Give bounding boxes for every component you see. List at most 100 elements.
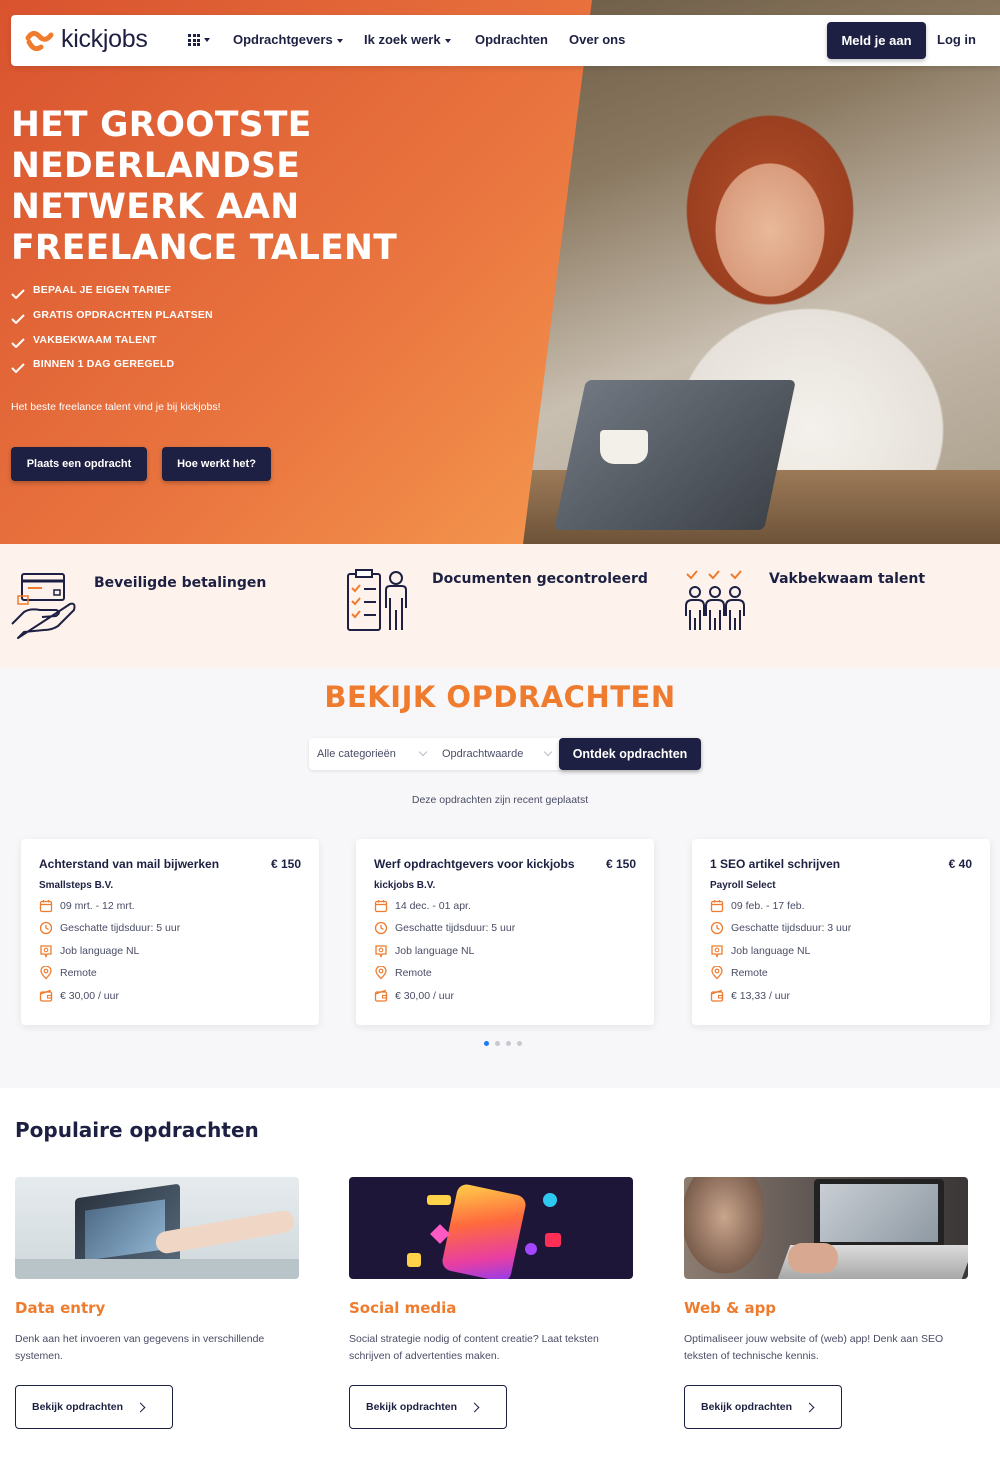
nav-link-label: Opdrachtgevers: [233, 32, 333, 47]
language-icon: [711, 945, 723, 958]
job-dates: 09 feb. - 17 feb.: [731, 899, 805, 912]
job-card-header: Achterstand van mail bijwerken € 150: [39, 857, 301, 871]
kickjobs-logo-icon: [25, 30, 54, 51]
category-name: Data entry: [15, 1299, 106, 1317]
wallet-icon: [710, 989, 724, 1002]
nav-opdrachten[interactable]: Opdrachten: [475, 32, 548, 47]
job-dates: 09 mrt. - 12 mrt.: [60, 899, 135, 912]
job-card[interactable]: Werf opdrachtgevers voor kickjobs € 150 ki…: [356, 839, 654, 1025]
job-value-select[interactable]: Opdrachtwaarde: [434, 738, 559, 770]
location-pin-icon: [375, 966, 387, 980]
job-detail-row: 09 mrt. - 12 mrt.: [39, 898, 301, 914]
hero-feature-item: BINNEN 1 DAG GEREGELD: [11, 352, 213, 377]
job-title[interactable]: 1 SEO artikel schrijven: [710, 857, 840, 871]
nav-over-ons[interactable]: Over ons: [569, 32, 625, 47]
job-card-header: 1 SEO artikel schrijven € 40: [710, 857, 972, 871]
job-detail-row: € 13,33 / uur: [710, 988, 972, 1004]
trust-item: Beveiligde betalingen: [10, 572, 266, 640]
post-job-button[interactable]: Plaats een opdracht: [11, 447, 147, 481]
checkmark-icon: [11, 313, 25, 324]
job-detail-row: Job language NL: [710, 943, 972, 959]
location-pin-icon: [40, 966, 52, 980]
job-location: Remote: [731, 967, 768, 980]
hero-feature-label: BINNEN 1 DAG GEREGELD: [33, 358, 175, 371]
nav-ik-zoek-werk[interactable]: Ik zoek werk: [364, 32, 451, 47]
top-navbar: kickjobs Opdrachtgevers Ik zoek werk Opd…: [11, 15, 1000, 66]
carousel-dot[interactable]: [495, 1041, 500, 1046]
category-name: Social media: [349, 1299, 457, 1317]
job-detail-row: Job language NL: [39, 943, 301, 959]
data-entry-image: [15, 1177, 299, 1279]
login-link[interactable]: Log in: [937, 32, 976, 47]
job-detail-row: 14 dec. - 01 apr.: [374, 898, 636, 914]
category-select[interactable]: Alle categorieën: [309, 738, 434, 770]
job-title[interactable]: Achterstand van mail bijwerken: [39, 857, 219, 871]
hero-title-line: HET GROOTSTE: [11, 105, 312, 145]
view-jobs-label: Bekijk opdrachten: [366, 1401, 458, 1413]
carousel-dot[interactable]: [506, 1041, 511, 1046]
discover-jobs-button[interactable]: Ontdek opdrachten: [559, 738, 701, 770]
carousel-dot[interactable]: [484, 1041, 489, 1046]
category-description: Optimaliseer jouw website of (web) app! …: [684, 1333, 944, 1362]
signup-button[interactable]: Meld je aan: [827, 22, 926, 59]
job-detail-row: Geschatte tijdsduur: 5 uur: [374, 921, 636, 937]
checkmark-icon: [11, 363, 25, 373]
category-name: Web & app: [684, 1299, 777, 1317]
hero-feature-label: BEPAAL JE EIGEN TARIEF: [33, 284, 172, 297]
grid-icon[interactable]: [188, 33, 210, 47]
calendar-icon: [39, 899, 53, 912]
job-location: Remote: [395, 967, 432, 980]
category-card-web-app: Web & app Optimaliseer jouw website of (…: [684, 1177, 968, 1429]
hero-section: HET GROOTSTE NEDERLANDSE NETWERK AAN FRE…: [0, 0, 1000, 544]
carousel-dot[interactable]: [517, 1041, 522, 1046]
job-detail-row: € 30,00 / uur: [39, 988, 301, 1004]
checkmark-icon: [11, 289, 25, 299]
job-detail-row: Remote: [710, 966, 972, 982]
clock-icon: [710, 922, 724, 935]
carousel-pagination: [484, 1041, 522, 1046]
view-jobs-button[interactable]: Bekijk opdrachten: [684, 1385, 842, 1429]
job-duration: Geschatte tijdsduur: 3 uur: [731, 922, 852, 935]
category-card-social-media: Social media Social strategie nodig of c…: [349, 1177, 633, 1429]
recent-jobs-caption: Deze opdrachten zijn recent geplaatst: [411, 794, 589, 806]
job-dates: 14 dec. - 01 apr.: [395, 899, 471, 912]
job-rate: € 30,00 / uur: [60, 989, 119, 1002]
calendar-icon: [374, 899, 388, 912]
job-title[interactable]: Werf opdrachtgevers voor kickjobs: [374, 857, 575, 871]
job-price: € 150: [270, 857, 301, 871]
view-jobs-button[interactable]: Bekijk opdrachten: [349, 1385, 507, 1429]
job-card-header: Werf opdrachtgevers voor kickjobs € 150: [374, 857, 636, 871]
job-location: Remote: [60, 967, 97, 980]
job-detail-row: Job language NL: [374, 943, 636, 959]
category-card-data-entry: Data entry Denk aan het invoeren van geg…: [15, 1177, 299, 1429]
hero-title: HET GROOTSTE NEDERLANDSE NETWERK AAN FRE…: [11, 105, 431, 269]
clock-icon: [374, 922, 388, 935]
how-it-works-button[interactable]: Hoe werkt het?: [162, 447, 271, 481]
secure-payment-icon: [11, 573, 76, 639]
language-icon: [40, 945, 52, 958]
nav-opdrachtgevers[interactable]: Opdrachtgevers: [233, 32, 343, 47]
job-price: € 150: [605, 857, 636, 871]
job-card[interactable]: 1 SEO artikel schrijven € 40 Payroll Selec…: [692, 839, 990, 1025]
hero-feature-label: VAKBEKWAAM TALENT: [33, 333, 157, 346]
nav-link-label: Ik zoek werk: [364, 32, 441, 47]
job-rate: € 30,00 / uur: [395, 989, 454, 1002]
chevron-down-icon: [543, 747, 553, 757]
category-description: Denk aan het invoeren van gegevens in ve…: [15, 1333, 265, 1362]
kickjobs-logo[interactable]: kickjobs: [25, 25, 148, 54]
job-detail-row: Remote: [39, 966, 301, 982]
hero-title-line: NETWERK AAN: [11, 187, 300, 227]
logo-text: kickjobs: [61, 25, 148, 53]
view-jobs-label: Bekijk opdrachten: [701, 1401, 793, 1413]
job-card[interactable]: Achterstand van mail bijwerken € 150 Small…: [21, 839, 319, 1025]
job-company: Smallsteps B.V.: [39, 880, 114, 891]
job-language: Job language NL: [395, 944, 475, 957]
job-value-select-value: Opdrachtwaarde: [442, 748, 524, 760]
hero-title-line: NEDERLANDSE: [11, 146, 301, 186]
job-company: kickjobs B.V.: [374, 880, 436, 891]
caret-down-icon: [444, 38, 451, 43]
job-company: Payroll Select: [710, 880, 776, 891]
view-jobs-button[interactable]: Bekijk opdrachten: [15, 1385, 173, 1429]
category-select-value: Alle categorieën: [317, 748, 396, 760]
trust-item: Vakbekwaam talent: [683, 568, 925, 634]
